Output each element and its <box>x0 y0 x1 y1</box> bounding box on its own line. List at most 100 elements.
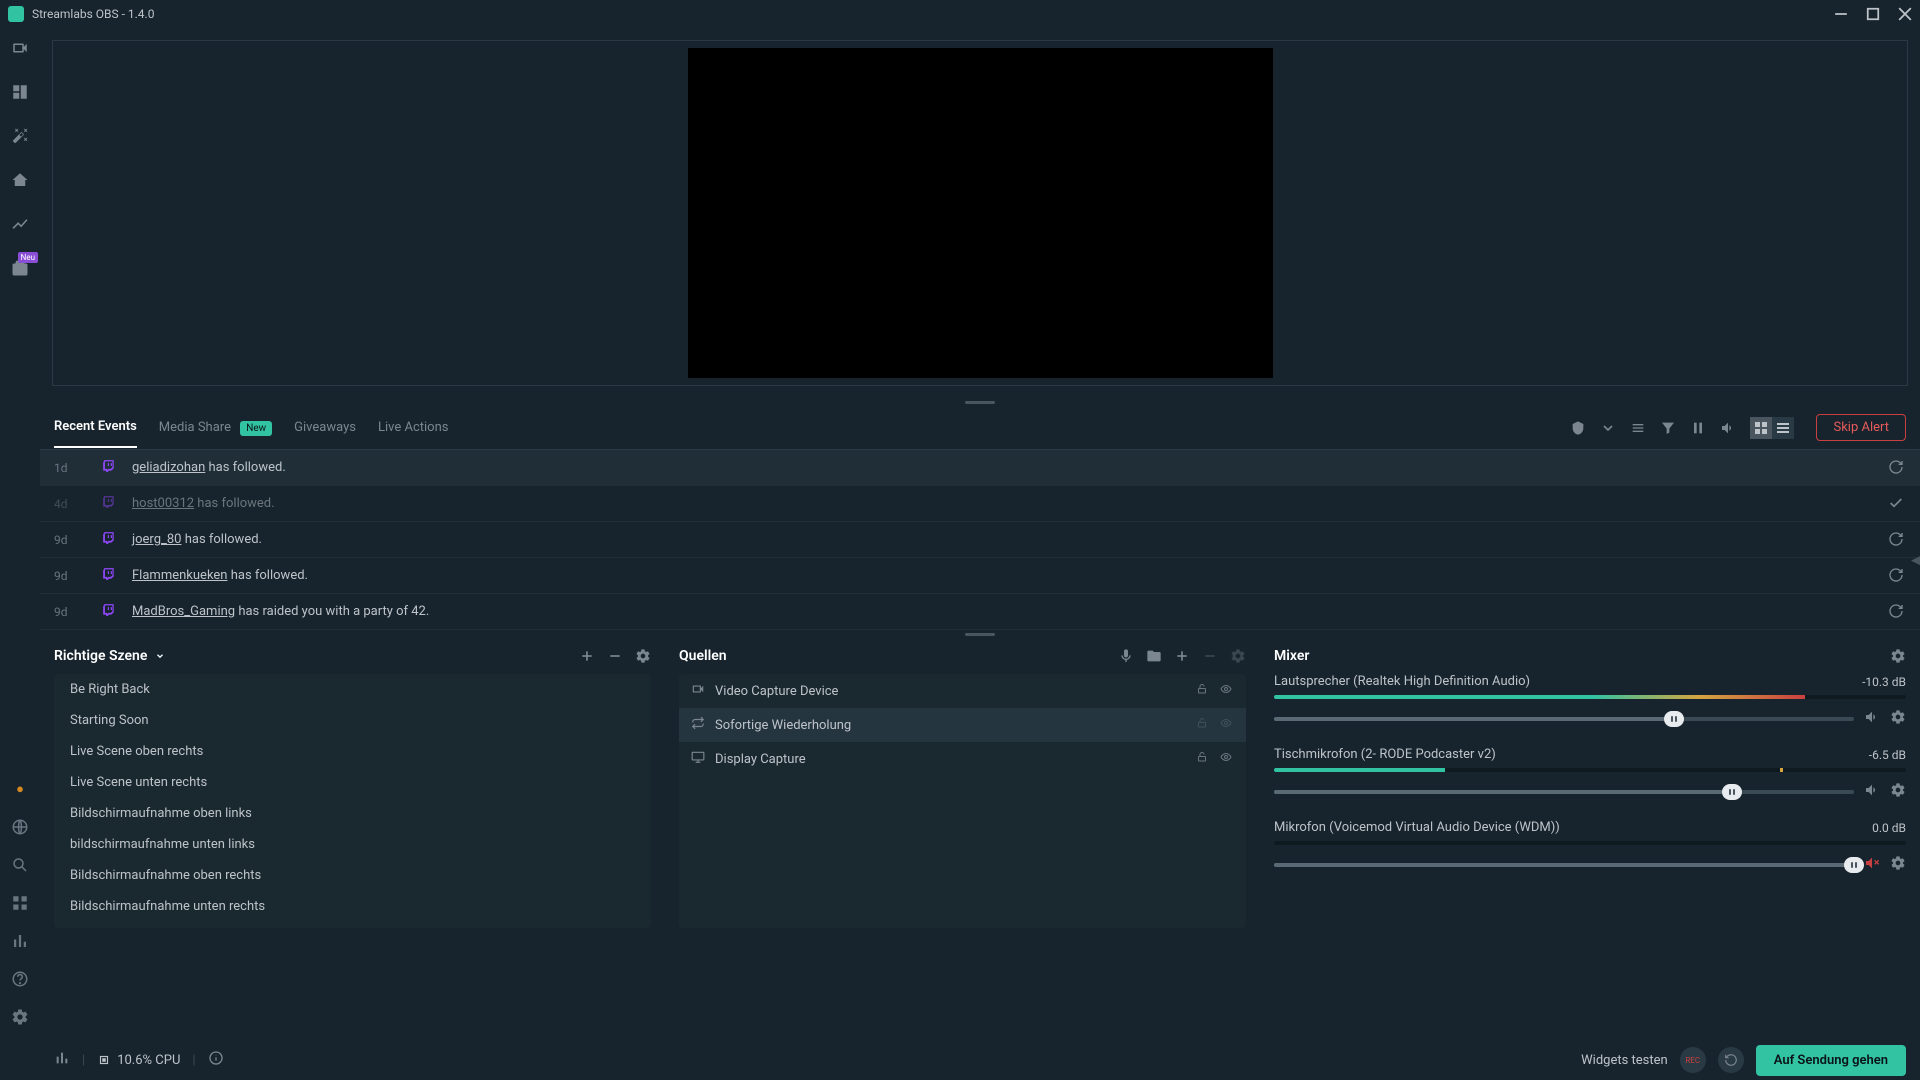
event-text: host00312 has followed. <box>132 496 1888 511</box>
preview-frame[interactable] <box>52 40 1908 386</box>
layers-icon[interactable] <box>1630 420 1646 436</box>
layouts-icon[interactable] <box>10 82 30 102</box>
source-item[interactable]: Sofortige Wiederholung <box>679 708 1246 742</box>
add-scene-button[interactable] <box>579 648 595 664</box>
undo-button[interactable] <box>1718 1047 1744 1073</box>
source-item[interactable]: Video Capture Device <box>679 674 1246 708</box>
mixer-settings-button[interactable] <box>1890 648 1906 664</box>
scene-selector[interactable]: Richtige Szene <box>54 648 579 664</box>
record-button[interactable]: REC <box>1680 1047 1706 1073</box>
add-source-button[interactable] <box>1174 648 1190 664</box>
pause-icon[interactable] <box>1690 420 1706 436</box>
tab-media-share[interactable]: Media Share New <box>159 408 272 447</box>
event-row[interactable]: 1dgeliadizohan has followed. <box>40 450 1920 486</box>
themes-icon[interactable] <box>10 126 30 146</box>
settings-icon[interactable] <box>11 1008 29 1026</box>
event-refresh-button[interactable] <box>1888 603 1906 621</box>
tab-recent-events[interactable]: Recent Events <box>54 407 137 448</box>
mixer-mute-button[interactable] <box>1864 855 1880 875</box>
mixer-volume-slider[interactable] <box>1274 790 1854 794</box>
mixer-volume-slider[interactable] <box>1274 717 1854 721</box>
event-check-button[interactable] <box>1888 495 1906 513</box>
source-visibility-icon[interactable] <box>1220 751 1234 767</box>
mixer-channel-settings-button[interactable] <box>1890 709 1906 729</box>
chevron-down-icon[interactable] <box>1600 420 1616 436</box>
source-lock-icon[interactable] <box>1196 751 1210 767</box>
remove-source-button[interactable] <box>1202 648 1218 664</box>
event-refresh-button[interactable] <box>1888 567 1906 585</box>
skip-alert-button[interactable]: Skip Alert <box>1816 414 1906 441</box>
mixer-channel-db: -6.5 dB <box>1869 748 1906 762</box>
mixer-slider-thumb[interactable] <box>1722 784 1742 800</box>
mixer-mute-button[interactable] <box>1864 782 1880 802</box>
event-row[interactable]: 9dFlammenkueken has followed. <box>40 558 1920 594</box>
close-button[interactable] <box>1898 7 1912 21</box>
scene-item[interactable]: bildschirmaufnahme unten links <box>54 829 651 860</box>
search-icon[interactable] <box>11 856 29 874</box>
dashboard-icon[interactable] <box>10 214 30 234</box>
help-icon[interactable] <box>11 970 29 988</box>
scene-item[interactable]: Bildschirmaufnahme unten rechts <box>54 891 651 922</box>
mixer-channel-settings-button[interactable] <box>1890 782 1906 802</box>
source-folder-button[interactable] <box>1146 648 1162 664</box>
view-grid-button[interactable] <box>1750 417 1772 439</box>
mixer-slider-thumb[interactable] <box>1664 711 1684 727</box>
event-refresh-button[interactable] <box>1888 531 1906 549</box>
globe-icon[interactable] <box>11 818 29 836</box>
tab-live-actions[interactable]: Live Actions <box>378 408 449 447</box>
go-live-button[interactable]: Auf Sendung gehen <box>1756 1045 1906 1076</box>
twitch-icon <box>102 495 122 513</box>
source-lock-icon[interactable] <box>1196 683 1210 699</box>
status-right: Widgets testen REC Auf Sendung gehen <box>1581 1045 1906 1076</box>
scene-item[interactable]: Starting Soon <box>54 705 651 736</box>
event-user[interactable]: Flammenkueken <box>132 568 227 583</box>
mixer-channel-name: Mikrofon (Voicemod Virtual Audio Device … <box>1274 820 1872 835</box>
right-collapse-handle[interactable]: ◀ <box>1912 545 1920 575</box>
event-user[interactable]: MadBros_Gaming <box>132 604 235 619</box>
event-refresh-button[interactable] <box>1888 459 1906 477</box>
event-row[interactable]: 9dMadBros_Gaming has raided you with a p… <box>40 594 1920 630</box>
event-time: 4d <box>54 497 102 511</box>
editor-icon[interactable] <box>10 38 30 58</box>
resize-handle-top[interactable] <box>40 398 1920 406</box>
info-icon[interactable] <box>208 1050 224 1070</box>
event-row[interactable]: 9djoerg_80 has followed. <box>40 522 1920 558</box>
scene-settings-button[interactable] <box>635 648 651 664</box>
event-row[interactable]: 4d host00312 has followed. <box>40 486 1920 522</box>
mixer-channel-settings-button[interactable] <box>1890 855 1906 875</box>
scene-item[interactable]: Bildschirmaufnahme oben rechts <box>54 860 651 891</box>
store-icon[interactable] <box>10 170 30 190</box>
source-visibility-icon[interactable] <box>1220 683 1234 699</box>
mixer-slider-thumb[interactable] <box>1844 857 1864 873</box>
source-visibility-icon[interactable] <box>1220 717 1234 733</box>
apps-icon[interactable]: Neu <box>10 258 30 278</box>
shield-icon[interactable] <box>1570 420 1586 436</box>
source-item[interactable]: Display Capture <box>679 742 1246 776</box>
scene-item[interactable]: Live Scene oben rechts <box>54 736 651 767</box>
remove-scene-button[interactable] <box>607 648 623 664</box>
scene-item[interactable]: Be Right Back <box>54 674 651 705</box>
source-mic-button[interactable] <box>1118 648 1134 664</box>
filter-icon[interactable] <box>1660 420 1676 436</box>
maximize-button[interactable] <box>1866 7 1880 21</box>
record-indicator-icon[interactable]: ● <box>11 780 29 798</box>
mixer-mute-button[interactable] <box>1864 709 1880 729</box>
scene-item[interactable]: Bildschirmaufnahme oben links <box>54 798 651 829</box>
event-user[interactable]: host00312 <box>132 496 194 511</box>
grid-icon[interactable] <box>11 894 29 912</box>
tab-giveaways[interactable]: Giveaways <box>294 408 356 447</box>
mixer-volume-slider[interactable] <box>1274 863 1854 867</box>
event-user[interactable]: geliadizohan <box>132 460 205 475</box>
view-list-button[interactable] <box>1772 417 1794 439</box>
perf-bars-icon[interactable] <box>54 1050 70 1070</box>
resize-handle-bottom[interactable] <box>40 630 1920 638</box>
event-user[interactable]: joerg_80 <box>132 532 181 547</box>
test-widgets-button[interactable]: Widgets testen <box>1581 1053 1668 1068</box>
minimize-button[interactable] <box>1834 7 1848 21</box>
stats-icon[interactable] <box>11 932 29 950</box>
source-settings-button[interactable] <box>1230 648 1246 664</box>
volume-icon[interactable] <box>1720 420 1736 436</box>
scene-item[interactable]: Live Scene unten rechts <box>54 767 651 798</box>
scenes-actions <box>579 648 651 664</box>
source-lock-icon[interactable] <box>1196 717 1210 733</box>
